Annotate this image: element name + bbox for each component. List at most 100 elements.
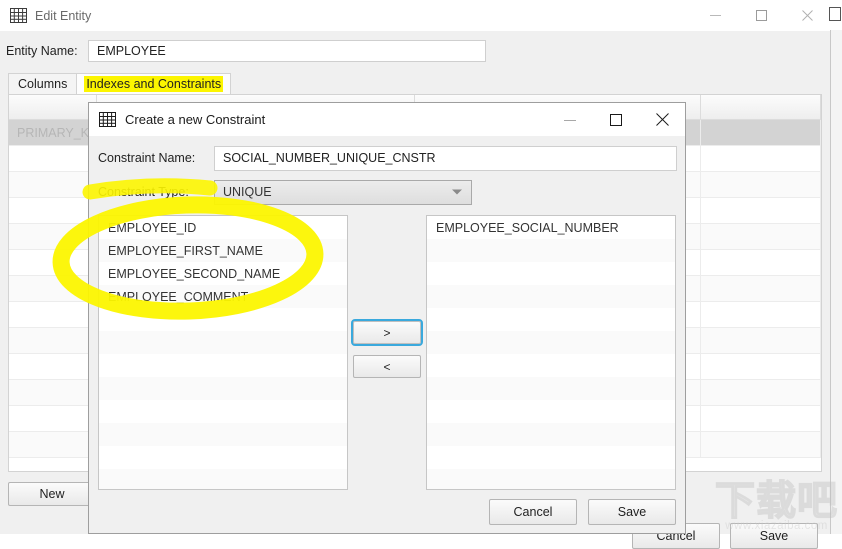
constraint-name-row: Constraint Name:: [98, 145, 677, 171]
table-cell: [701, 328, 821, 353]
table-cell: [701, 354, 821, 379]
table-cell: [9, 380, 97, 405]
list-filler: [427, 331, 675, 354]
constraint-type-select[interactable]: UNIQUE: [214, 179, 472, 205]
list-item[interactable]: EMPLOYEE_SOCIAL_NUMBER: [427, 216, 675, 239]
list-item[interactable]: EMPLOYEE_SECOND_NAME: [99, 262, 347, 285]
table-cell: [701, 302, 821, 327]
list-filler: [427, 354, 675, 377]
tab-columns-label: Columns: [18, 77, 68, 91]
list-filler: [427, 377, 675, 400]
list-filler: [99, 469, 347, 489]
list-item[interactable]: EMPLOYEE_FIRST_NAME: [99, 239, 347, 262]
new-button[interactable]: New: [8, 482, 96, 506]
table-cell: [701, 146, 821, 171]
close-button[interactable]: [784, 0, 830, 31]
list-filler: [99, 331, 347, 354]
constraint-type-value: UNIQUE: [223, 185, 272, 199]
background-window-edge: [829, 0, 842, 534]
constraint-name-label: Constraint Name:: [98, 151, 196, 165]
available-columns-list[interactable]: EMPLOYEE_ID EMPLOYEE_FIRST_NAME EMPLOYEE_S…: [98, 215, 348, 490]
entity-name-row: Entity Name:: [0, 37, 830, 65]
dialog-save-button[interactable]: Save: [588, 499, 676, 525]
dialog-titlebar: Create a new Constraint: [89, 103, 685, 136]
table-cell: [701, 276, 821, 301]
table-cell: [9, 224, 97, 249]
dialog-cancel-label: Cancel: [513, 505, 553, 519]
table-cell: [9, 354, 97, 379]
dialog-minimize-button[interactable]: [547, 103, 593, 136]
dialog-cancel-button[interactable]: Cancel: [489, 499, 577, 525]
create-constraint-dialog: Create a new Constraint Constraint Name:…: [88, 102, 686, 534]
dialog-maximize-button[interactable]: [593, 103, 639, 136]
list-filler: [427, 400, 675, 423]
list-filler: [99, 354, 347, 377]
table-cell: [701, 172, 821, 197]
constraint-type-label: Constraint Type:: [98, 185, 189, 199]
table-header-cell[interactable]: [701, 95, 821, 119]
entity-name-input[interactable]: [88, 40, 486, 62]
chevron-down-icon: [452, 189, 462, 195]
list-filler: [427, 308, 675, 331]
list-item[interactable]: EMPLOYEE_ID: [99, 216, 347, 239]
entity-name-label: Entity Name:: [6, 44, 78, 58]
tab-indexes-and-constraints-label: Indexes and Constraints: [84, 76, 224, 92]
tab-strip: Columns Indexes and Constraints: [8, 72, 822, 95]
table-cell: [701, 198, 821, 223]
table-cell: [9, 328, 97, 353]
remove-column-label: <: [383, 359, 391, 374]
add-column-button[interactable]: >: [351, 319, 423, 346]
parent-save-label: Save: [759, 529, 789, 543]
table-cell: [9, 302, 97, 327]
constraint-name-input[interactable]: [214, 145, 677, 171]
table-cell: [9, 146, 97, 171]
maximize-button[interactable]: [738, 0, 784, 31]
table-cell: [9, 432, 97, 457]
dialog-title: Create a new Constraint: [125, 112, 266, 127]
table-cell: [701, 406, 821, 431]
dialog-save-label: Save: [617, 505, 647, 519]
selected-columns-items: EMPLOYEE_SOCIAL_NUMBER: [427, 216, 675, 489]
table-cell: [9, 406, 97, 431]
list-filler: [427, 423, 675, 446]
list-filler: [99, 446, 347, 469]
list-filler: [99, 308, 347, 331]
table-cell: [701, 120, 821, 145]
window-title: Edit Entity: [35, 8, 92, 23]
grid-icon: [99, 112, 116, 127]
edit-entity-titlebar: Edit Entity: [0, 0, 830, 31]
table-cell: PRIMARY_KEY: [9, 120, 97, 145]
new-button-label: New: [39, 487, 65, 501]
list-item[interactable]: EMPLOYEE_COMMENT: [99, 285, 347, 308]
table-header-cell[interactable]: [9, 95, 97, 119]
list-filler: [427, 239, 675, 262]
dialog-close-button[interactable]: [639, 103, 685, 136]
tab-columns[interactable]: Columns: [8, 73, 78, 94]
window-controls: [692, 0, 830, 31]
table-cell: [9, 198, 97, 223]
list-filler: [427, 446, 675, 469]
table-cell: [701, 380, 821, 405]
tab-indexes-and-constraints[interactable]: Indexes and Constraints: [76, 73, 232, 94]
constraint-type-row: Constraint Type: UNIQUE: [98, 179, 472, 205]
table-cell: [9, 276, 97, 301]
table-cell: [9, 172, 97, 197]
table-cell: [9, 250, 97, 275]
grid-icon: [10, 8, 27, 23]
list-filler: [427, 262, 675, 285]
minimize-button[interactable]: [692, 0, 738, 31]
transfer-buttons: > <: [351, 319, 423, 378]
table-cell: [701, 250, 821, 275]
table-cell: [701, 432, 821, 457]
list-filler: [99, 400, 347, 423]
selected-columns-list[interactable]: EMPLOYEE_SOCIAL_NUMBER: [426, 215, 676, 490]
background-window-edge-button[interactable]: [829, 7, 841, 21]
list-filler: [99, 377, 347, 400]
remove-column-button[interactable]: <: [353, 355, 421, 378]
add-column-label: >: [383, 325, 391, 340]
dialog-window-controls: [547, 103, 685, 136]
table-cell: [701, 224, 821, 249]
list-filler: [427, 469, 675, 489]
available-columns-items: EMPLOYEE_ID EMPLOYEE_FIRST_NAME EMPLOYEE_S…: [99, 216, 347, 489]
parent-save-button[interactable]: Save: [730, 523, 818, 549]
